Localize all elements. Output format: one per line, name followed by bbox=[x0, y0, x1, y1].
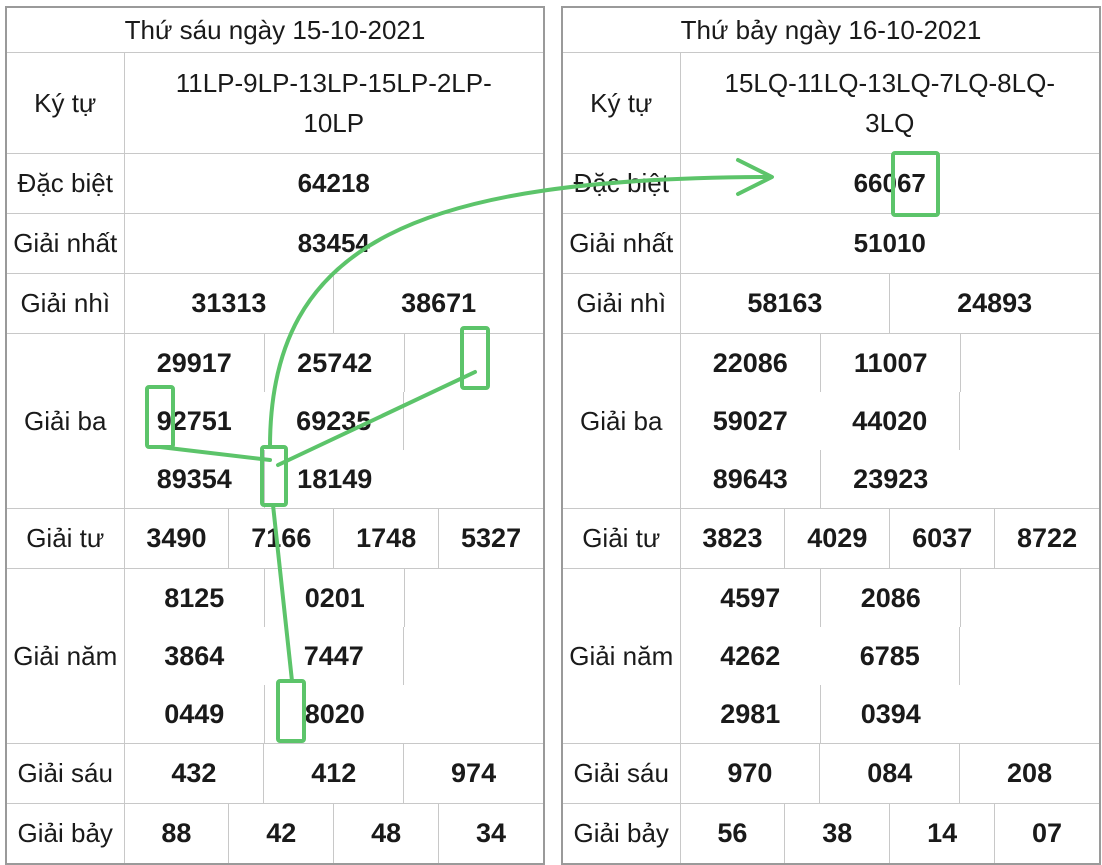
row-label-kytu: Ký tự bbox=[561, 52, 681, 154]
prize-sau-value: 970 bbox=[681, 744, 821, 803]
row-label-tu: Giải tư bbox=[5, 508, 125, 569]
prize-sau-value: 974 bbox=[451, 758, 497, 788]
results-table-left: Thứ sáu ngày 15-10-2021 Ký tự 11LP-9LP-1… bbox=[5, 6, 545, 865]
prize-bay-value: 42 bbox=[229, 804, 335, 863]
prize-tu-value: 6037 bbox=[890, 509, 996, 568]
row-label-dacbiet: Đặc biệt bbox=[561, 153, 681, 214]
row-label-ba: Giải ba bbox=[5, 333, 125, 509]
prize-nam-value: 7447 bbox=[264, 627, 405, 685]
prize-ba-value: 44020 bbox=[820, 392, 961, 450]
prize-tu-value: 3823 bbox=[681, 509, 786, 568]
prize-ba-value: 92751 bbox=[156, 405, 232, 436]
prize-tu-value: 5327 bbox=[461, 523, 522, 553]
prize-ba-value: 18149 bbox=[297, 463, 373, 494]
prize-tu-value: 8722 bbox=[1017, 523, 1078, 553]
prize-nhat-value: 83454 bbox=[123, 213, 545, 274]
prize-bay-value: 56 bbox=[681, 804, 786, 863]
prize-tu-value: 4029 bbox=[785, 509, 891, 568]
prize-ba-value: 59027 bbox=[712, 405, 788, 436]
ticket-codes: 11LP-9LP-13LP-15LP-2LP-10LP bbox=[123, 52, 545, 154]
prize-nam-value: 6785 bbox=[820, 627, 961, 685]
row-label-kytu: Ký tự bbox=[5, 52, 125, 154]
prize-nam-value: 8020 bbox=[304, 698, 365, 729]
prize-sau-value: 084 bbox=[820, 744, 961, 803]
prize-nam-value: 0449 bbox=[125, 685, 265, 743]
prize-ba-value: 69235 bbox=[264, 392, 405, 450]
row-label-sau: Giải sáu bbox=[561, 743, 681, 804]
row-label-bay: Giải bảy bbox=[561, 803, 681, 865]
prize-nam-value: 0201 bbox=[265, 569, 406, 627]
prize-nam-value: 8125 bbox=[125, 569, 265, 627]
prize-nam-value: 4262 bbox=[720, 640, 781, 671]
prize-sau-value: 432 bbox=[125, 744, 265, 803]
row-label-nhat: Giải nhất bbox=[5, 213, 125, 274]
prize-bay-value: 88 bbox=[125, 804, 230, 863]
prize-bay-value: 34 bbox=[476, 818, 507, 848]
table-header-date: Thứ sáu ngày 15-10-2021 bbox=[5, 6, 545, 53]
prize-dacbiet-value: 64218 bbox=[123, 153, 545, 214]
prize-ba-value: 11007 bbox=[821, 334, 962, 392]
row-label-sau: Giải sáu bbox=[5, 743, 125, 804]
prize-bay-value: 07 bbox=[1032, 818, 1063, 848]
row-label-nam: Giải năm bbox=[5, 568, 125, 744]
prize-nam-value: 0394 bbox=[860, 698, 921, 729]
results-table-right: Thứ bảy ngày 16-10-2021 Ký tự 15LQ-11LQ-… bbox=[561, 6, 1101, 865]
prize-nhat-value: 51010 bbox=[679, 213, 1101, 274]
prize-sau-value: 412 bbox=[264, 744, 405, 803]
prize-ba-value: 29917 bbox=[125, 334, 265, 392]
row-label-bay: Giải bảy bbox=[5, 803, 125, 865]
row-label-nhi: Giải nhì bbox=[561, 273, 681, 334]
ticket-codes: 15LQ-11LQ-13LQ-7LQ-8LQ-3LQ bbox=[679, 52, 1101, 154]
prize-nam-value: 2981 bbox=[681, 685, 821, 743]
prize-ba-value: 23923 bbox=[853, 463, 929, 494]
prize-nhi-value: 38671 bbox=[401, 288, 477, 318]
prize-ba-value: 25742 bbox=[265, 334, 406, 392]
prize-ba-value: 22086 bbox=[681, 334, 821, 392]
prize-nhi-value: 24893 bbox=[957, 288, 1033, 318]
row-label-ba: Giải ba bbox=[561, 333, 681, 509]
row-label-nhi: Giải nhì bbox=[5, 273, 125, 334]
prize-nam-value: 2086 bbox=[821, 569, 962, 627]
lottery-table: Thứ sáu ngày 15-10-2021 Ký tự 11LP-9LP-1… bbox=[5, 6, 545, 865]
prize-ba-value: 89354 bbox=[125, 450, 265, 508]
prize-bay-value: 14 bbox=[890, 804, 996, 863]
prize-tu-value: 7166 bbox=[229, 509, 335, 568]
row-label-tu: Giải tư bbox=[561, 508, 681, 569]
lottery-table: Thứ bảy ngày 16-10-2021 Ký tự 15LQ-11LQ-… bbox=[561, 6, 1101, 865]
row-label-nhat: Giải nhất bbox=[561, 213, 681, 274]
row-label-nam: Giải năm bbox=[561, 568, 681, 744]
prize-bay-value: 38 bbox=[785, 804, 891, 863]
prize-bay-value: 48 bbox=[334, 804, 440, 863]
row-label-dacbiet: Đặc biệt bbox=[5, 153, 125, 214]
prize-nam-value: 3864 bbox=[164, 640, 225, 671]
prize-tu-value: 3490 bbox=[125, 509, 230, 568]
prize-nhi-value: 31313 bbox=[125, 274, 335, 333]
prize-sau-value: 208 bbox=[1007, 758, 1053, 788]
prize-ba-value: 89643 bbox=[681, 450, 821, 508]
prize-nhi-value: 58163 bbox=[681, 274, 891, 333]
prize-nam-value: 4597 bbox=[681, 569, 821, 627]
prize-tu-value: 1748 bbox=[334, 509, 440, 568]
table-header-date: Thứ bảy ngày 16-10-2021 bbox=[561, 6, 1101, 53]
prize-dacbiet-value: 66067 bbox=[679, 153, 1101, 214]
